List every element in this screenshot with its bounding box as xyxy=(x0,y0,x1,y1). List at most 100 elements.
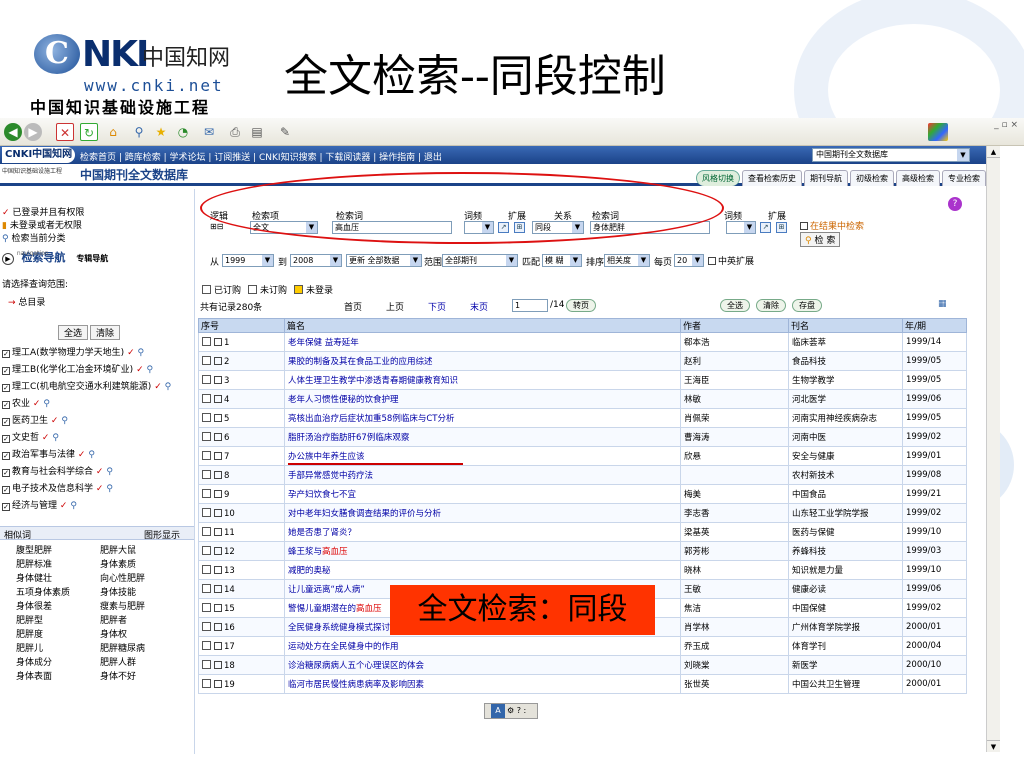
row-journal[interactable]: 中国公共卫生管理 xyxy=(788,674,903,694)
chevron-down-icon[interactable]: ▼ xyxy=(957,149,969,161)
title-link[interactable]: 亮核出血治疗后症状加重58例临床与CT分析 xyxy=(288,414,454,424)
title-link[interactable]: 对中老年妇女膳食调查结果的评价与分析 xyxy=(288,509,441,519)
row-author[interactable]: 晓林 xyxy=(680,560,789,580)
document-icon[interactable] xyxy=(202,507,211,517)
vertical-scrollbar[interactable]: ▲ ▼ xyxy=(986,146,1000,752)
title-link[interactable]: 老年人习惯性便秘的饮食护理 xyxy=(288,395,399,405)
history-icon[interactable]: ◔ xyxy=(174,123,192,141)
row-author[interactable]: 梁基英 xyxy=(680,522,789,542)
document-icon[interactable] xyxy=(202,431,211,441)
row-checkbox[interactable] xyxy=(214,508,222,517)
row-author[interactable]: 梅美 xyxy=(680,484,789,504)
row-title[interactable]: 脂肝汤治疗脂肪肝67例临床观察 xyxy=(284,427,681,447)
title-link[interactable]: 人体生理卫生教学中渗透青春期健康教育知识 xyxy=(288,376,458,386)
row-journal[interactable]: 山东轻工业学院学报 xyxy=(788,503,903,523)
category-item[interactable]: ✓ 经济与管理 ✓ ⚲ xyxy=(2,498,77,511)
checkbox[interactable]: ✓ xyxy=(2,452,10,460)
row-author[interactable]: 李志香 xyxy=(680,503,789,523)
mail-icon[interactable]: ✉ xyxy=(200,123,218,141)
title-link[interactable]: 手部异常感觉中药疗法 xyxy=(288,471,373,481)
related-word[interactable]: 肥胖糖尿病 xyxy=(100,641,184,654)
print-icon[interactable]: ⎙ xyxy=(226,123,244,141)
help-icon[interactable]: ? xyxy=(948,197,962,211)
row-number[interactable]: 17 xyxy=(198,636,285,656)
row-checkbox[interactable] xyxy=(214,660,222,669)
row-journal[interactable]: 广州体育学院学报 xyxy=(788,617,903,637)
category-item[interactable]: ✓ 理工B(化学化工冶金环境矿业) ✓ ⚲ xyxy=(2,362,153,375)
row-number[interactable]: 2 xyxy=(198,351,285,371)
row-checkbox[interactable] xyxy=(214,622,222,631)
title-link[interactable]: 诊治糖尿病病人五个心理误区的体会 xyxy=(288,661,424,671)
related-word[interactable]: 身体技能 xyxy=(100,585,184,598)
title-link[interactable]: 警惕儿童期潜在的高血压 xyxy=(288,604,382,614)
update-select[interactable]: 更新 全部数据 ▼ xyxy=(346,254,422,267)
range-select[interactable]: 全部期刊 ▼ xyxy=(442,254,518,267)
title-link[interactable]: 减肥的奥秘 xyxy=(288,566,331,576)
row-journal[interactable]: 健康必读 xyxy=(788,579,903,599)
checkbox[interactable]: ✓ xyxy=(2,367,10,375)
search-icon[interactable]: ⚲ xyxy=(130,123,148,141)
checkbox[interactable]: ✓ xyxy=(2,486,10,494)
table-row[interactable]: 19 临河市居民慢性病患病率及影响因素 张世英 中国公共卫生管理 2000/01 xyxy=(198,674,967,694)
row-journal[interactable]: 生物学教学 xyxy=(788,370,903,390)
tab-basic-search[interactable]: 初级检索 xyxy=(850,170,894,186)
row-checkbox[interactable] xyxy=(214,603,222,612)
match-select[interactable]: 模 糊 ▼ xyxy=(542,254,582,267)
table-row[interactable]: 4 老年人习惯性便秘的饮食护理 林敏 河北医学 1999/06 xyxy=(198,389,967,409)
row-checkbox[interactable] xyxy=(214,546,222,555)
row-checkbox[interactable] xyxy=(214,356,222,365)
database-select[interactable]: 中国期刊全文数据库 ▼ xyxy=(812,148,970,162)
checkbox[interactable]: ✓ xyxy=(2,503,10,511)
edit-icon[interactable]: ▤ xyxy=(248,123,266,141)
row-number[interactable]: 15 xyxy=(198,598,285,618)
scroll-up-icon[interactable]: ▲ xyxy=(987,146,1000,158)
document-icon[interactable] xyxy=(202,393,211,403)
row-title[interactable]: 人体生理卫生教学中渗透青春期健康教育知识 xyxy=(284,370,681,390)
col-journal[interactable]: 刊名 xyxy=(788,318,903,333)
document-icon[interactable] xyxy=(202,621,211,631)
document-icon[interactable] xyxy=(202,583,211,593)
row-journal[interactable]: 河南实用神经疾病杂志 xyxy=(788,408,903,428)
clear-button[interactable]: 清除 xyxy=(90,325,121,340)
row-number[interactable]: 12 xyxy=(198,541,285,561)
title-link[interactable]: 全民健身系统健身模式探讨 xyxy=(288,623,390,633)
search-button[interactable]: ⚲ 检 索 xyxy=(800,232,841,247)
title-link[interactable]: 让儿童远离“成人病” xyxy=(288,585,365,595)
checkbox[interactable]: ✓ xyxy=(2,435,10,443)
row-title[interactable]: 临河市居民慢性病患病率及影响因素 xyxy=(284,674,681,694)
title-link[interactable]: 孕产妇饮食七不宜 xyxy=(288,490,356,500)
row-number[interactable]: 13 xyxy=(198,560,285,580)
cnki-top-nav[interactable]: 检索首页 | 跨库检索 | 学术论坛 | 订阅推送 | CNKI知识搜索 | 下… xyxy=(80,150,442,163)
related-word[interactable]: 肥胖者 xyxy=(100,613,184,626)
row-number[interactable]: 8 xyxy=(198,465,285,485)
related-word[interactable]: 肥胖标准 xyxy=(16,557,100,570)
row-title[interactable]: 亮核出血治疗后症状加重58例临床与CT分析 xyxy=(284,408,681,428)
title-link[interactable]: 脂肝汤治疗脂肪肝67例临床观察 xyxy=(288,433,409,443)
back-icon[interactable]: ◀ xyxy=(4,123,22,141)
row-journal[interactable]: 河北医学 xyxy=(788,389,903,409)
row-journal[interactable]: 医药与保健 xyxy=(788,522,903,542)
related-word[interactable]: 肥胖儿 xyxy=(16,641,100,654)
row-author[interactable]: 王敏 xyxy=(680,579,789,599)
document-icon[interactable] xyxy=(202,602,211,612)
tab-professional-search[interactable]: 专业检索 xyxy=(942,170,986,186)
row-title[interactable]: 果胶的制备及其在食品工业的应用综述 xyxy=(284,351,681,371)
title-link[interactable]: 果胶的制备及其在食品工业的应用综述 xyxy=(288,357,433,367)
row-checkbox[interactable] xyxy=(214,641,222,650)
document-icon[interactable] xyxy=(202,412,211,422)
row-journal[interactable]: 食品科技 xyxy=(788,351,903,371)
document-icon[interactable] xyxy=(202,469,211,479)
table-row[interactable]: 17 运动处方在全民健身中的作用 乔玉成 体育学刊 2000/04 xyxy=(198,636,967,656)
checkbox[interactable]: ✓ xyxy=(2,384,10,392)
row-number[interactable]: 11 xyxy=(198,522,285,542)
related-word[interactable]: 身体权 xyxy=(100,627,184,640)
document-icon[interactable] xyxy=(202,659,211,669)
row-checkbox[interactable] xyxy=(214,565,222,574)
scroll-down-icon[interactable]: ▼ xyxy=(987,740,1000,752)
row-title[interactable]: 诊治糖尿病病人五个心理误区的体会 xyxy=(284,655,681,675)
table-row[interactable]: 3 人体生理卫生教学中渗透青春期健康教育知识 王海臣 生物学教学 1999/05 xyxy=(198,370,967,390)
row-number[interactable]: 14 xyxy=(198,579,285,599)
row-author[interactable]: 刘晓棠 xyxy=(680,655,789,675)
row-journal[interactable]: 中国食品 xyxy=(788,484,903,504)
row-number[interactable]: 10 xyxy=(198,503,285,523)
